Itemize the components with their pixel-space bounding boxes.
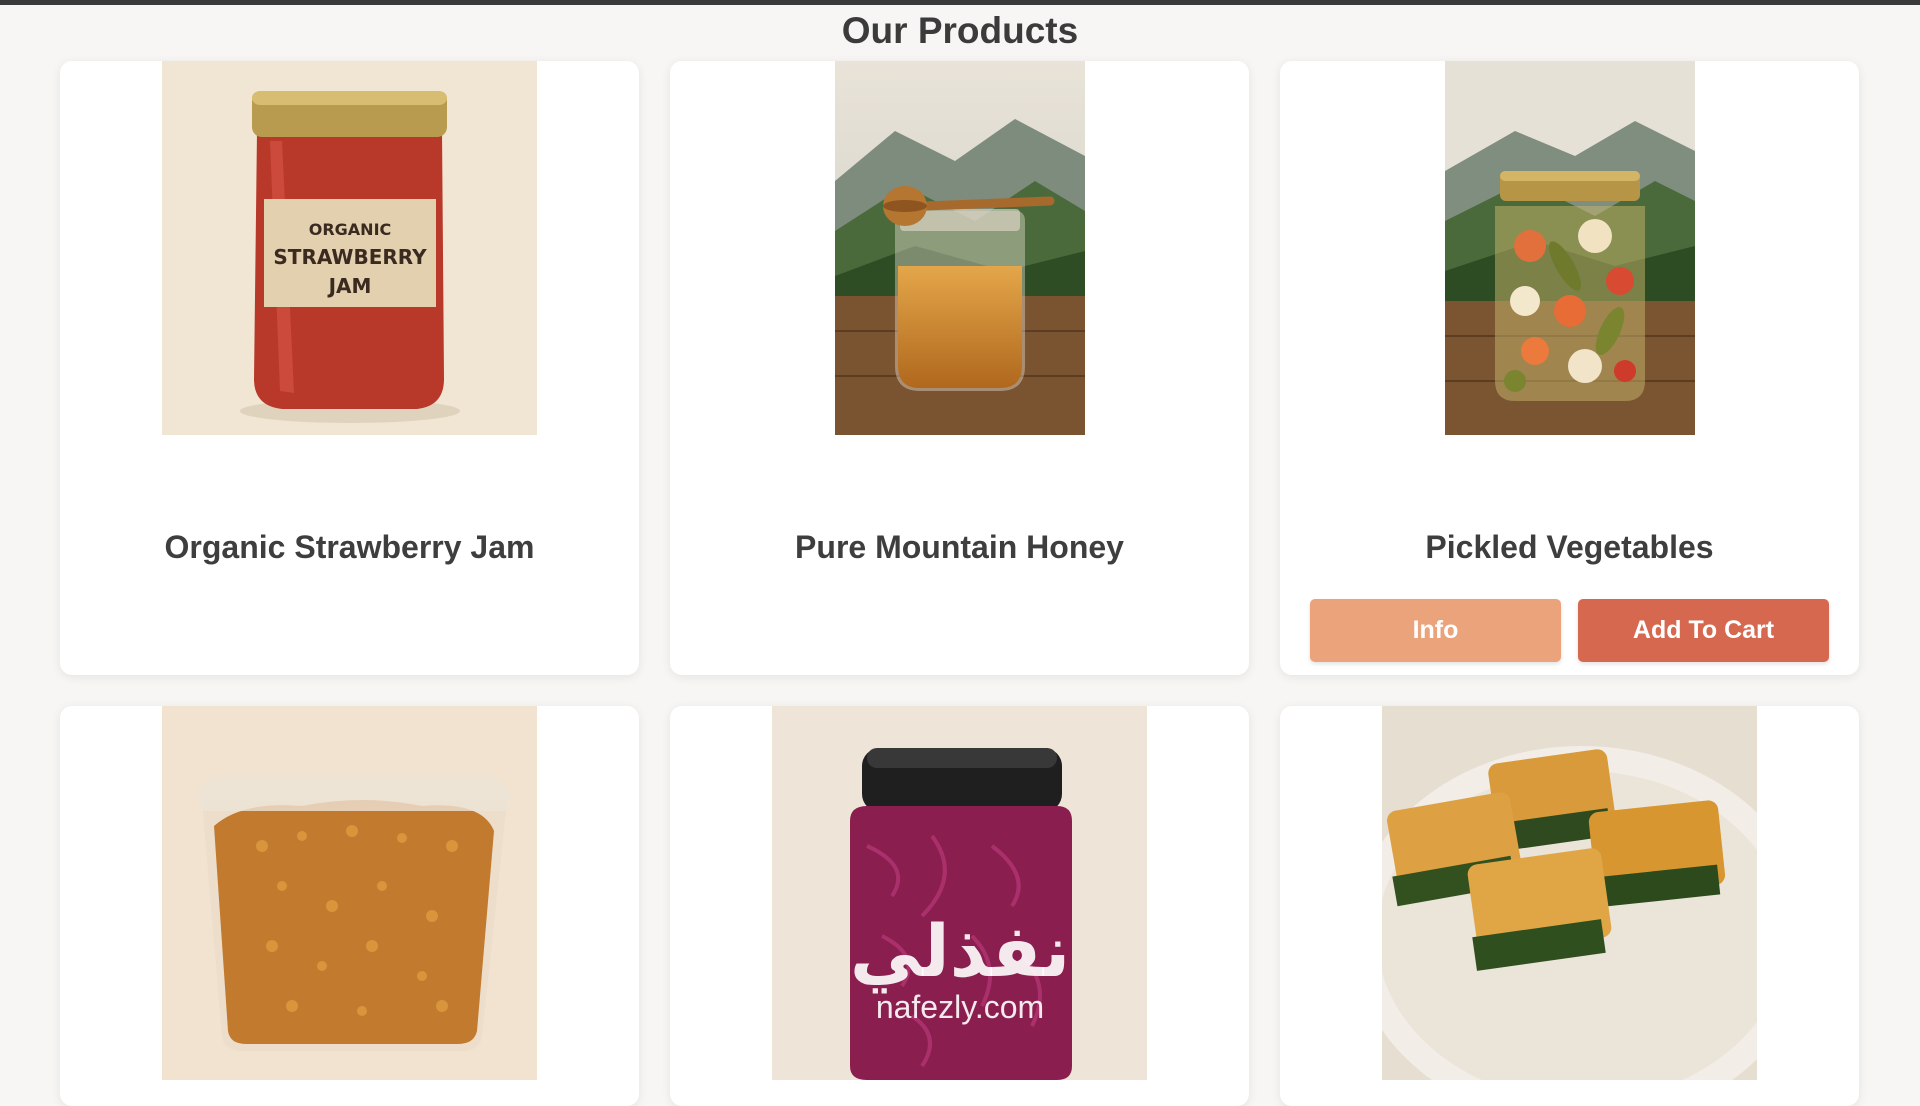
product-name[interactable]: Organic Strawberry Jam	[60, 529, 639, 566]
product-card-6	[1280, 706, 1859, 1106]
honey-jar-image	[835, 61, 1085, 435]
strawberry-jam-jar-image: ORGANIC STRAWBERRY JAM	[162, 61, 537, 435]
jam-label-line3: JAM	[327, 274, 372, 298]
product-name[interactable]: Pure Mountain Honey	[670, 529, 1249, 566]
jam-label-line2: STRAWBERRY	[273, 245, 427, 269]
product-image-mountain-honey[interactable]	[835, 61, 1085, 435]
page-title: Our Products	[841, 10, 1079, 51]
product-card-mountain-honey: Pure Mountain Honey	[670, 61, 1249, 675]
product-card-4	[60, 706, 639, 1106]
product-image-4[interactable]	[162, 706, 537, 1080]
bulgur-container-image	[162, 706, 537, 1080]
product-image-6[interactable]	[1382, 706, 1757, 1080]
product-card-pickled-vegetables: Pickled Vegetables Info Add To Cart	[1280, 61, 1859, 675]
product-card-5	[670, 706, 1249, 1106]
product-image-strawberry-jam[interactable]: ORGANIC STRAWBERRY JAM	[162, 61, 537, 435]
info-button[interactable]: Info	[1310, 599, 1561, 662]
spinach-pastry-image	[1382, 706, 1757, 1080]
jam-label-line1: ORGANIC	[309, 220, 392, 239]
add-to-cart-button[interactable]: Add To Cart	[1578, 599, 1829, 662]
product-image-5[interactable]	[772, 706, 1147, 1080]
product-name[interactable]: Pickled Vegetables	[1280, 529, 1859, 566]
top-bar	[0, 0, 1920, 5]
product-card-strawberry-jam: ORGANIC STRAWBERRY JAM Organic Strawberr…	[60, 61, 639, 675]
pickled-vegetables-jar-image	[1445, 61, 1695, 435]
red-cabbage-jar-image	[772, 706, 1147, 1080]
product-image-pickled-vegetables[interactable]	[1445, 61, 1695, 435]
